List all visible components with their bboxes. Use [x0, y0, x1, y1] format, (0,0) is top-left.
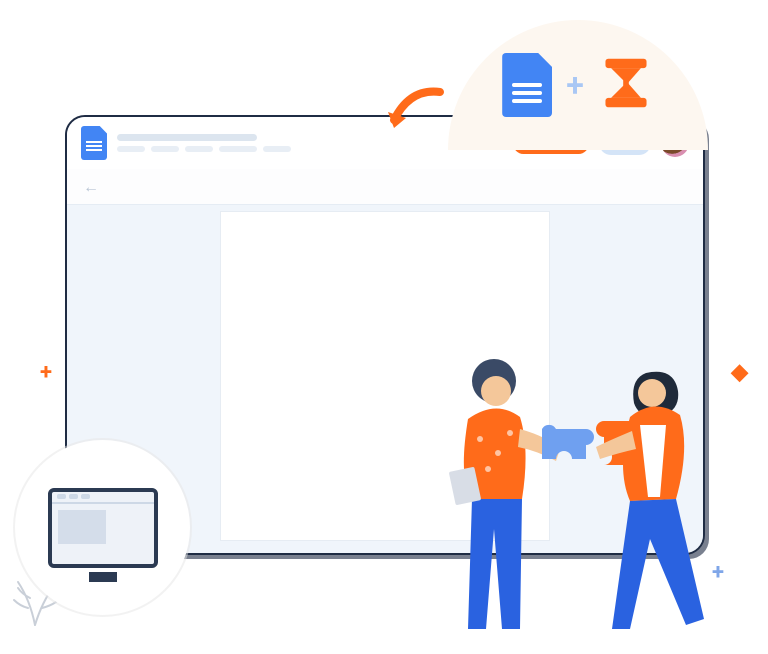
toolbar: ←	[67, 169, 703, 205]
spark-dot-icon: ◆	[731, 360, 748, 385]
document-icon[interactable]	[81, 126, 107, 160]
arrow-icon	[380, 80, 450, 154]
monitor-icon	[48, 488, 158, 568]
back-arrow-icon[interactable]: ←	[83, 177, 99, 197]
integration-badge: +	[448, 20, 708, 150]
spark-plus-icon: +	[40, 360, 52, 385]
jibble-hourglass-icon	[598, 55, 654, 115]
monitor-illustration	[15, 440, 190, 615]
google-docs-icon	[502, 53, 552, 117]
people-illustration	[398, 329, 718, 649]
puzzle-blue-icon	[542, 425, 594, 459]
plus-icon: +	[566, 66, 584, 104]
